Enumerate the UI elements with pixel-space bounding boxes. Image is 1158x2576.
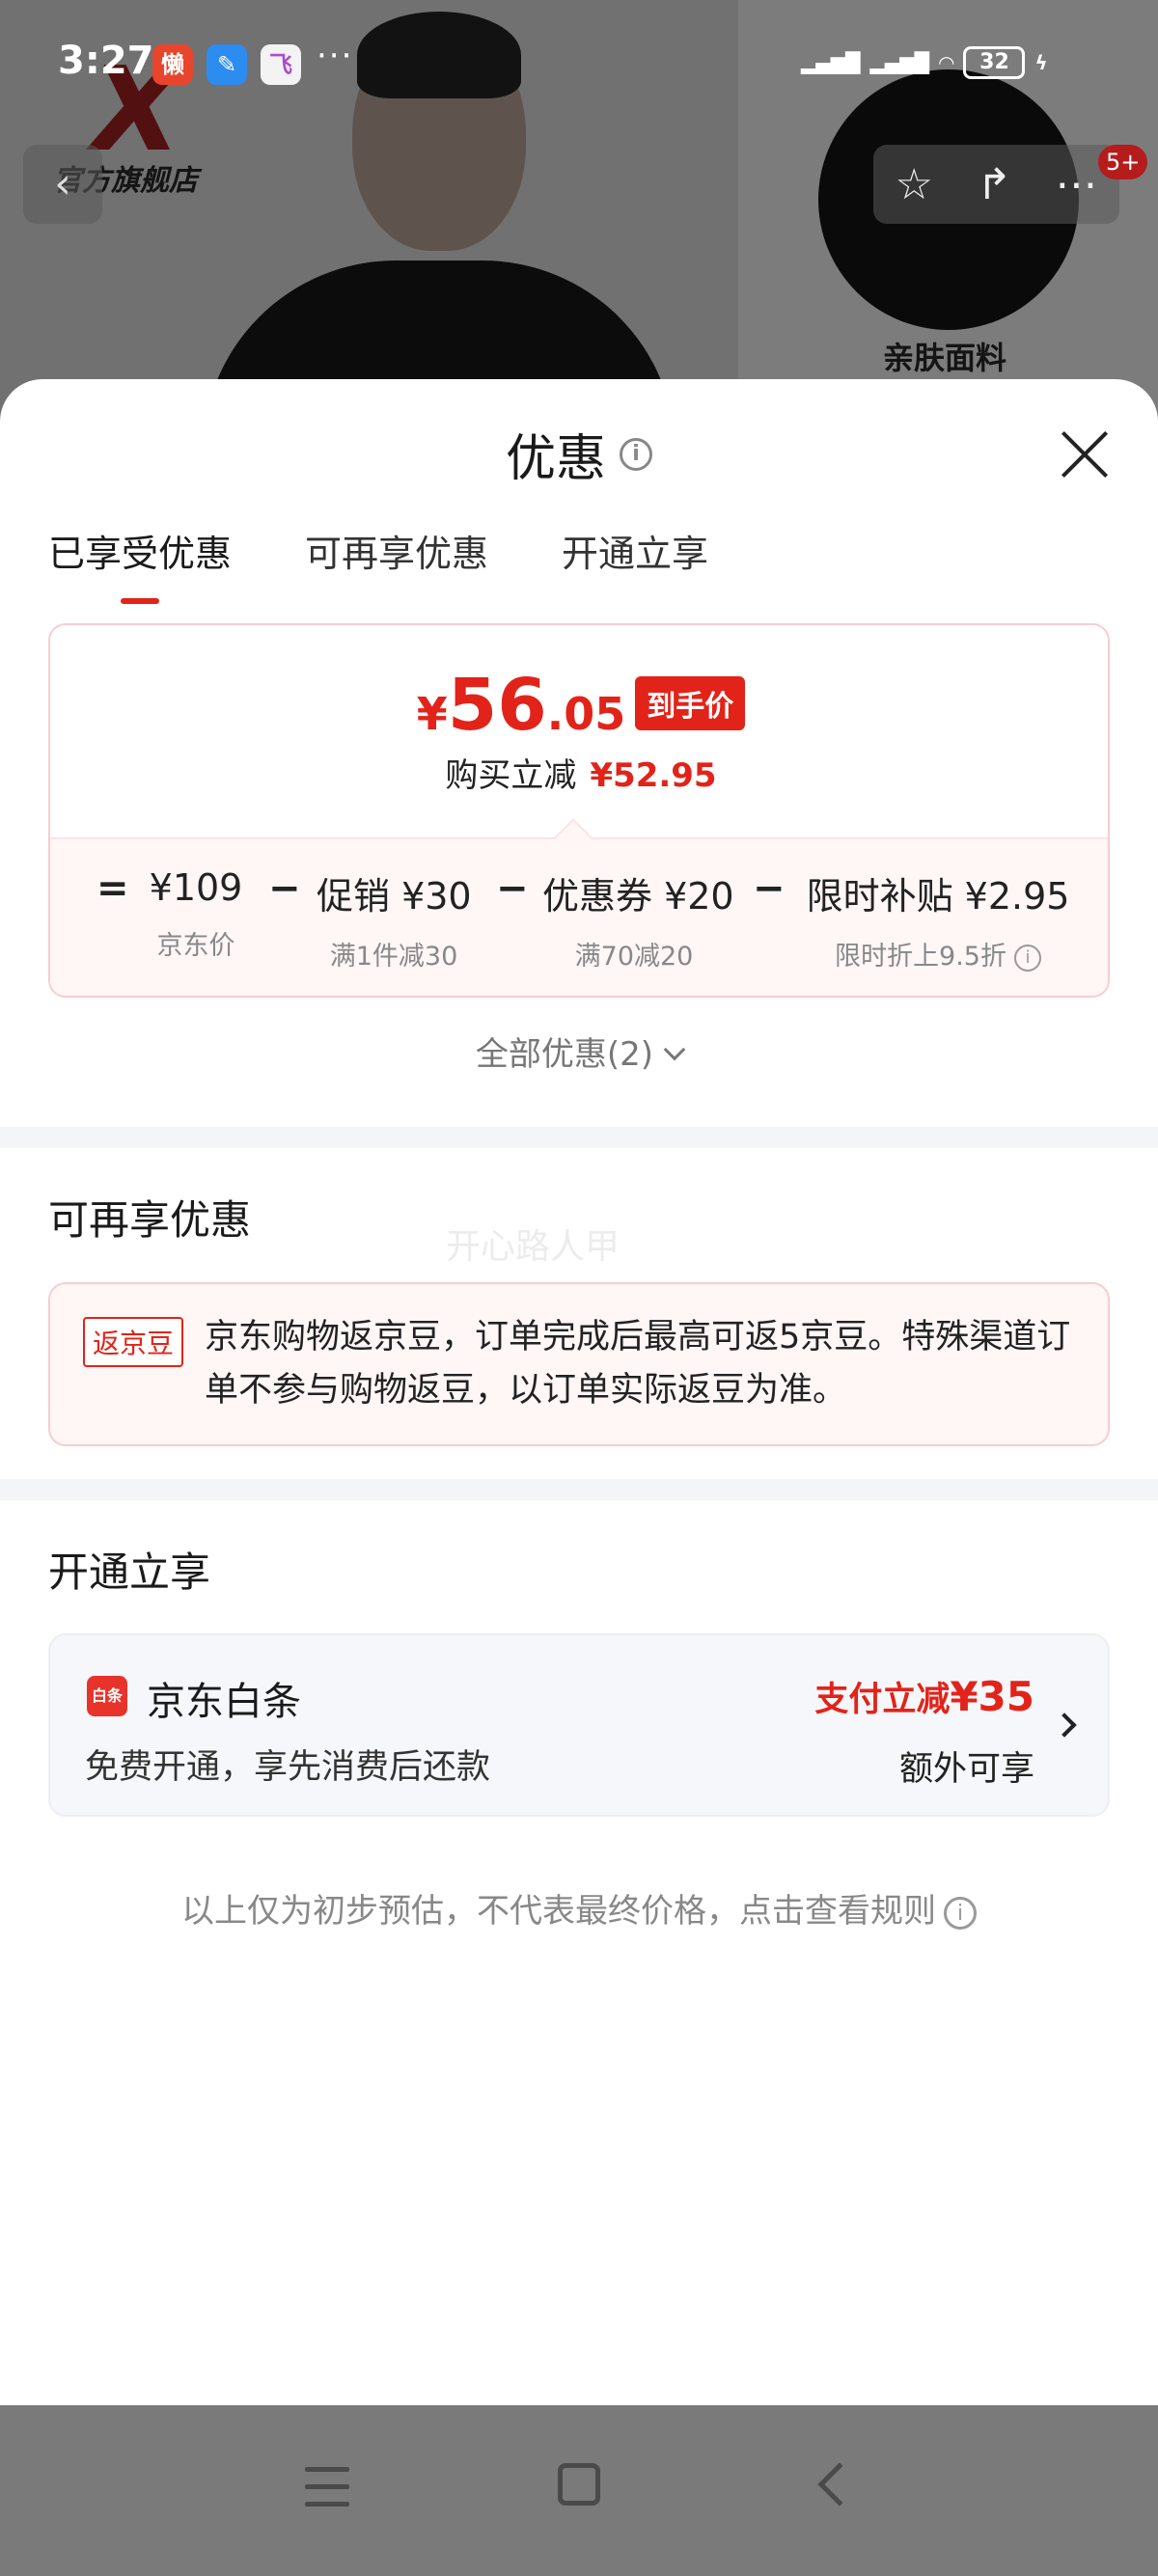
- breakdown-item: 限时补贴 ¥2.95 限时折上9.5折 i: [806, 875, 1070, 972]
- status-indicators: ▂▄▆█ ▂▄▆█ ◠ 32 ϟ: [801, 39, 1048, 87]
- more-icon: ⋯: [1055, 159, 1098, 209]
- info-icon: i: [944, 1897, 977, 1930]
- section-divider: [0, 1127, 1158, 1148]
- close-icon[interactable]: [1060, 429, 1110, 480]
- watermark: 开心路人甲: [446, 1227, 620, 1267]
- savings-row: 购买立减 ¥52.95: [445, 756, 717, 795]
- baitiao-promo: 支付立减¥35: [814, 1673, 1034, 1720]
- final-price: ¥56.05 到手价: [50, 664, 1108, 747]
- tab-more-available[interactable]: 可再享优惠: [305, 524, 488, 604]
- back-icon: ‹: [23, 145, 102, 224]
- wifi-icon: ◠: [939, 51, 954, 74]
- battery-icon: 32: [963, 46, 1026, 79]
- active-tab-indicator: [121, 598, 159, 604]
- bean-description: 京东购物返京豆，订单完成后最高可返5京豆。特殊渠道订单不参与购物返豆，以订单实际…: [205, 1318, 1071, 1410]
- home-nav-icon[interactable]: [558, 2463, 600, 2506]
- info-icon[interactable]: i: [1013, 945, 1041, 972]
- all-deals-toggle[interactable]: 全部优惠(2): [0, 1028, 1158, 1075]
- final-price-tag: 到手价: [635, 676, 746, 730]
- share-icon: ↱: [976, 159, 1012, 209]
- section-divider: [0, 1479, 1158, 1500]
- sheet-title: 优惠: [505, 430, 606, 488]
- app-notification-icon: 飞: [261, 44, 301, 85]
- app-notification-icon: 懒: [152, 44, 193, 85]
- minus-sign: −: [753, 866, 786, 911]
- tab-enjoyed[interactable]: 已享受优惠: [48, 524, 232, 604]
- sheet-header: 优惠 i: [0, 418, 1158, 490]
- savings-amount: ¥52.95: [590, 756, 717, 795]
- back-nav-icon[interactable]: [817, 2462, 862, 2507]
- price-summary-card: ¥56.05 到手价 购买立减 ¥52.95 = ¥109 京东价 − 促销 ¥30…: [48, 623, 1110, 998]
- bean-tag: 返京豆: [83, 1317, 184, 1367]
- equals-sign: =: [96, 866, 129, 911]
- jd-bean-card: 返京豆 京东购物返京豆，订单完成后最高可返5京豆。特殊渠道订单不参与购物返豆，以…: [48, 1282, 1110, 1446]
- star-icon: ☆: [895, 159, 933, 209]
- app-notification-icon: ✎: [207, 44, 247, 85]
- minus-sign: −: [268, 866, 301, 911]
- breakdown-item: ¥109 京东价: [149, 866, 243, 961]
- signal-icon: ▂▄▆█: [801, 51, 861, 74]
- charging-icon: ϟ: [1034, 51, 1048, 74]
- breakdown-item: 促销 ¥30 满1件减30: [317, 875, 472, 972]
- section-title-more: 可再享优惠: [48, 1196, 252, 1244]
- baitiao-extra: 额外可享: [898, 1750, 1034, 1789]
- section-title-open: 开通立享: [48, 1548, 211, 1596]
- breakdown-item: 优惠券 ¥20 满70减20: [542, 875, 734, 972]
- product-actions: ☆ ↱ ⋯: [873, 145, 1119, 224]
- disclaimer-link[interactable]: 以上仅为初步预估，不代表最终价格，点击查看规则 i: [0, 1884, 1158, 1932]
- info-icon[interactable]: i: [620, 437, 652, 471]
- discount-sheet: 优惠 i 已享受优惠 可再享优惠 开通立享 ¥56.05 到手价 购买立减 ¥52.9…: [0, 379, 1158, 2405]
- tab-open-to-enjoy[interactable]: 开通立享: [562, 524, 708, 604]
- chevron-down-icon: [663, 1038, 686, 1061]
- status-bar: 3:27 懒 ✎ 飞 ··· ▂▄▆█ ▂▄▆█ ◠ 32 ϟ: [0, 0, 1158, 125]
- baitiao-logo-icon: 白条: [87, 1676, 127, 1716]
- baitiao-description: 免费开通，享先消费后还款: [85, 1748, 491, 1787]
- system-nav-bar: [0, 2405, 1158, 2576]
- chevron-right-icon: [1052, 1713, 1077, 1738]
- minus-sign: −: [496, 866, 529, 911]
- message-badge: 5+: [1098, 145, 1148, 179]
- discount-tabs: 已享受优惠 可再享优惠 开通立享: [48, 524, 708, 604]
- price-breakdown: = ¥109 京东价 − 促销 ¥30 满1件减30 − 优惠券 ¥20 满70…: [50, 866, 1108, 982]
- baitiao-name: 京东白条: [147, 1680, 301, 1724]
- more-notifications: ···: [317, 37, 354, 75]
- status-time: 3:27: [58, 39, 154, 83]
- signal-icon: ▂▄▆█: [869, 51, 930, 74]
- baitiao-card[interactable]: 白条 京东白条 免费开通，享先消费后还款 支付立减¥35 额外可享: [48, 1633, 1110, 1817]
- menu-nav-icon[interactable]: [305, 2467, 349, 2507]
